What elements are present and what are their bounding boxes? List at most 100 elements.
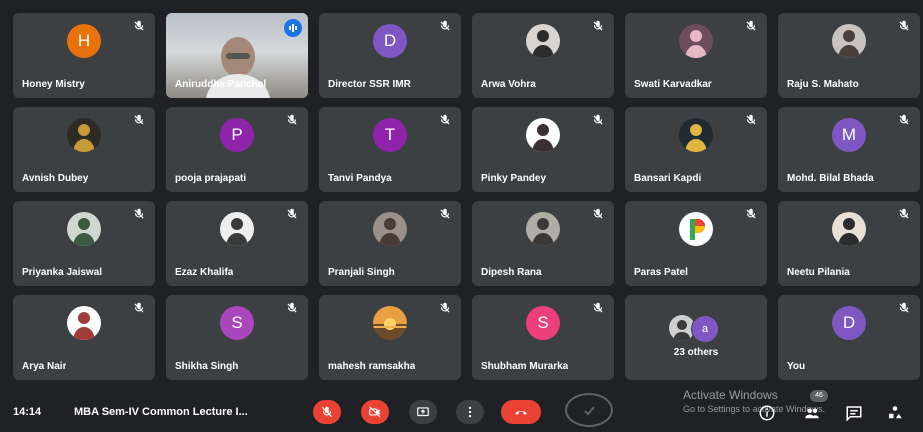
avatar-photo — [679, 24, 713, 58]
mic-off-icon — [132, 113, 146, 127]
avatar: M — [832, 118, 866, 152]
participant-tile-tanvi-pandya[interactable]: T Tanvi Pandya — [319, 107, 461, 192]
participant-name: mahesh ramsakha — [328, 361, 416, 372]
mic-off-icon — [285, 301, 299, 315]
mic-toggle-button[interactable] — [313, 400, 341, 424]
participant-tile-shubham-murarka[interactable]: S Shubham Murarka — [472, 295, 614, 380]
mic-off-icon — [897, 113, 911, 127]
end-call-icon — [515, 410, 527, 415]
meeting-title[interactable]: MBA Sem-IV Common Lecture I... — [74, 406, 248, 418]
participant-name: Director SSR IMR — [328, 79, 411, 90]
camera-toggle-button[interactable] — [361, 400, 389, 424]
participant-tile-aniruddha-panchal[interactable]: Aniruddha Panchal — [166, 13, 308, 98]
present-button[interactable] — [409, 400, 437, 424]
avatar-photo — [373, 212, 407, 246]
participant-name: Paras Patel — [634, 267, 688, 278]
present-icon — [417, 407, 429, 417]
mic-off-icon — [591, 19, 605, 33]
participant-tile-pooja-prajapati[interactable]: Ppooja prajapati — [166, 107, 308, 192]
participant-tile-avnish-dubey[interactable]: Avnish Dubey — [13, 107, 155, 192]
participant-tile-swati-karvadkar[interactable]: Swati Karvadkar — [625, 13, 767, 98]
participant-tile-ezaz-khalifa[interactable]: Ezaz Khalifa — [166, 201, 308, 286]
participant-tile-priyanka-jaiswal[interactable]: Priyanka Jaiswal — [13, 201, 155, 286]
avatar: D — [832, 306, 866, 340]
participant-tile-raju-s-mahato[interactable]: Raju S. Mahato — [778, 13, 920, 98]
participant-name: Aniruddha Panchal — [175, 79, 267, 90]
avatar-photo — [67, 212, 101, 246]
participant-tile-director-ssr-imr[interactable]: D Director SSR IMR — [319, 13, 461, 98]
people-icon — [805, 408, 819, 419]
participant-tile-honey-mistry[interactable]: H Honey Mistry — [13, 13, 155, 98]
mic-off-icon — [438, 19, 452, 33]
avatar: P — [220, 118, 254, 152]
avatar-photo — [526, 118, 560, 152]
participant-name: Priyanka Jaiswal — [22, 267, 103, 278]
mic-off-icon — [438, 301, 452, 315]
avatar: S — [526, 306, 560, 340]
mic-off-icon — [744, 19, 758, 33]
meeting-details-button[interactable] — [758, 404, 776, 422]
people-button[interactable] — [802, 404, 820, 422]
chat-icon — [846, 406, 862, 422]
avatar-photo — [679, 118, 713, 152]
participant-tile-paras-patel[interactable]: Paras Patel — [625, 201, 767, 286]
mic-off-icon — [132, 301, 146, 315]
camera-off-icon — [369, 406, 381, 418]
participant-name: Shikha Singh — [175, 361, 239, 372]
others-count-label: 23 others — [673, 347, 719, 358]
participant-name: Swati Karvadkar — [634, 79, 712, 90]
mic-off-icon — [744, 113, 758, 127]
avatar: S — [220, 306, 254, 340]
participant-name: Shubham Murarka — [481, 361, 569, 372]
participant-tile-mahesh-ramsakha[interactable]: mahesh ramsakha — [319, 295, 461, 380]
participant-tile-arwa-vohra[interactable]: Arwa Vohra — [472, 13, 614, 98]
participant-tile-dipesh-rana[interactable]: Dipesh Rana — [472, 201, 614, 286]
mic-off-icon — [591, 207, 605, 221]
avatar-photo — [526, 24, 560, 58]
participant-name: Avnish Dubey — [22, 173, 89, 184]
avatar: T — [373, 118, 407, 152]
others-avatars: a — [669, 315, 723, 343]
participant-count-badge: 46 — [810, 390, 828, 402]
leave-call-button[interactable] — [501, 400, 541, 424]
mic-off-icon — [591, 301, 605, 315]
more-options-button[interactable] — [456, 400, 484, 424]
participant-tile-shikha-singh[interactable]: S Shikha Singh — [166, 295, 308, 380]
participant-name: Arwa Vohra — [481, 79, 536, 90]
participant-tile-others[interactable]: a 23 others — [625, 295, 767, 380]
mic-off-icon — [591, 113, 605, 127]
avatar-photo — [832, 24, 866, 58]
participant-name: You — [787, 361, 806, 372]
participant-name: Honey Mistry — [22, 79, 85, 90]
check-icon — [584, 406, 595, 416]
mic-off-icon — [438, 207, 452, 221]
participant-name: Dipesh Rana — [481, 267, 542, 278]
clock: 14:14 — [13, 406, 42, 418]
participant-name: Pinky Pandey — [481, 173, 547, 184]
participant-name: Arya Nair — [22, 361, 67, 372]
mic-off-icon — [321, 406, 333, 418]
participant-tile-neetu-pilania[interactable]: Neetu Pilania — [778, 201, 920, 286]
avatar: H — [67, 24, 101, 58]
participant-tile-mohd-bilal-bhada[interactable]: M Mohd. Bilal Bhada — [778, 107, 920, 192]
participant-tile-arya-nair[interactable]: Arya Nair — [13, 295, 155, 380]
activities-button[interactable] — [886, 404, 904, 422]
avatar-photo — [832, 212, 866, 246]
participant-tile-you[interactable]: D You — [778, 295, 920, 380]
activate-windows-title: Activate Windows — [683, 388, 778, 402]
participant-tile-bansari-kapdi[interactable]: Bansari Kapdi — [625, 107, 767, 192]
mic-off-icon — [132, 19, 146, 33]
mic-off-icon — [897, 207, 911, 221]
participant-name: pooja prajapati — [175, 173, 247, 184]
mic-off-icon — [438, 113, 452, 127]
participant-tile-pranjali-singh[interactable]: Pranjali Singh — [319, 201, 461, 286]
chat-button[interactable] — [845, 404, 863, 422]
avatar-photo — [67, 118, 101, 152]
activities-icon — [889, 406, 902, 419]
participant-tile-pinky-pandey[interactable]: Pinky Pandey — [472, 107, 614, 192]
speaking-indicator-icon — [284, 19, 302, 37]
mic-off-icon — [744, 207, 758, 221]
hand-raise-ring[interactable] — [565, 393, 613, 427]
mic-off-icon — [897, 19, 911, 33]
participant-name: Neetu Pilania — [787, 267, 850, 278]
